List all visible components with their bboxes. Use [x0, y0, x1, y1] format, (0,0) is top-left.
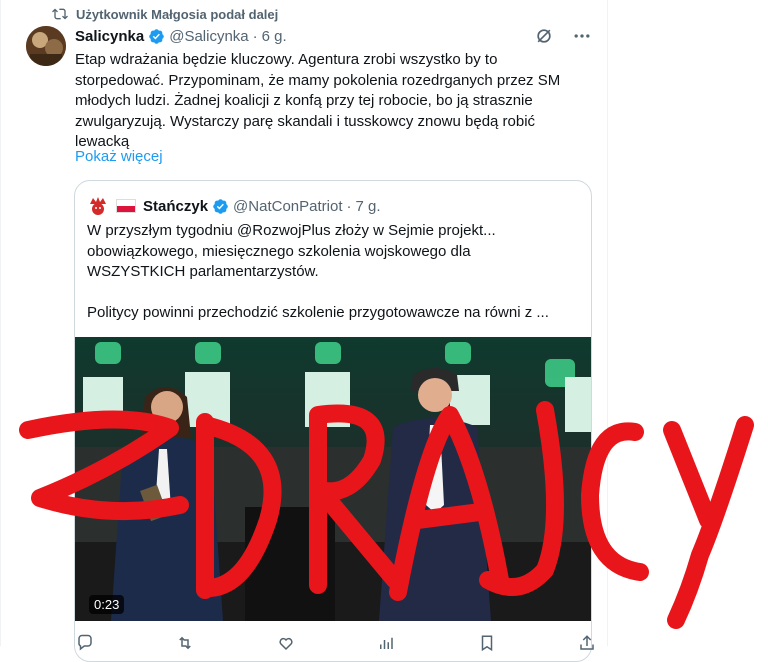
quoted-tweet[interactable]: Stańczyk @NatConPatriot · 7 g. W przyszł…	[74, 180, 592, 662]
share-icon[interactable]	[578, 634, 596, 652]
repost-icon	[52, 8, 68, 20]
quoted-header: Stańczyk @NatConPatriot · 7 g.	[87, 195, 381, 217]
like-icon[interactable]	[277, 634, 295, 652]
tweet-text: Etap wdrażania będzie kluczowy. Agentura…	[75, 51, 561, 150]
more-options-icon[interactable]	[572, 26, 592, 46]
author-handle[interactable]: @Salicynka	[169, 28, 248, 45]
poland-flag-icon	[116, 199, 136, 213]
bookmark-icon[interactable]	[478, 634, 496, 652]
views-icon[interactable]	[377, 634, 395, 652]
avatar[interactable]	[26, 26, 66, 66]
video-duration: 0:23	[89, 595, 125, 614]
post-time[interactable]: 6 g.	[262, 28, 287, 45]
video-player[interactable]: 0:23	[75, 337, 591, 621]
show-more-link[interactable]: Pokaż więcej	[75, 148, 163, 165]
separator: ·	[252, 28, 258, 45]
quoted-post-time[interactable]: 7 g.	[356, 198, 381, 215]
verified-badge-icon[interactable]	[212, 198, 229, 215]
column-right-border	[607, 0, 608, 646]
quoted-author-handle[interactable]: @NatConPatriot	[233, 198, 342, 215]
separator: ·	[346, 197, 352, 215]
author-name[interactable]: Salicynka	[75, 28, 144, 45]
tweet-actions	[76, 634, 596, 652]
video-frame	[75, 337, 591, 621]
column-left-border	[0, 0, 1, 646]
verified-badge-icon[interactable]	[148, 28, 165, 45]
quoted-text: W przyszłym tygodniu @RozwojPlus złoży w…	[87, 222, 549, 321]
quoted-avatar[interactable]	[87, 195, 109, 217]
tweet-header: Salicynka @Salicynka · 6 g.	[75, 28, 287, 45]
repost-text: Użytkownik Małgosia podał dalej	[76, 6, 279, 22]
quoted-author-name[interactable]: Stańczyk	[143, 198, 208, 215]
repost-action-icon[interactable]	[176, 634, 194, 652]
tweet-top-actions	[534, 26, 592, 46]
repost-indicator[interactable]: Użytkownik Małgosia podał dalej	[52, 6, 278, 22]
grok-icon[interactable]	[534, 26, 554, 46]
avatar-image	[26, 26, 66, 66]
reply-icon[interactable]	[76, 634, 94, 652]
